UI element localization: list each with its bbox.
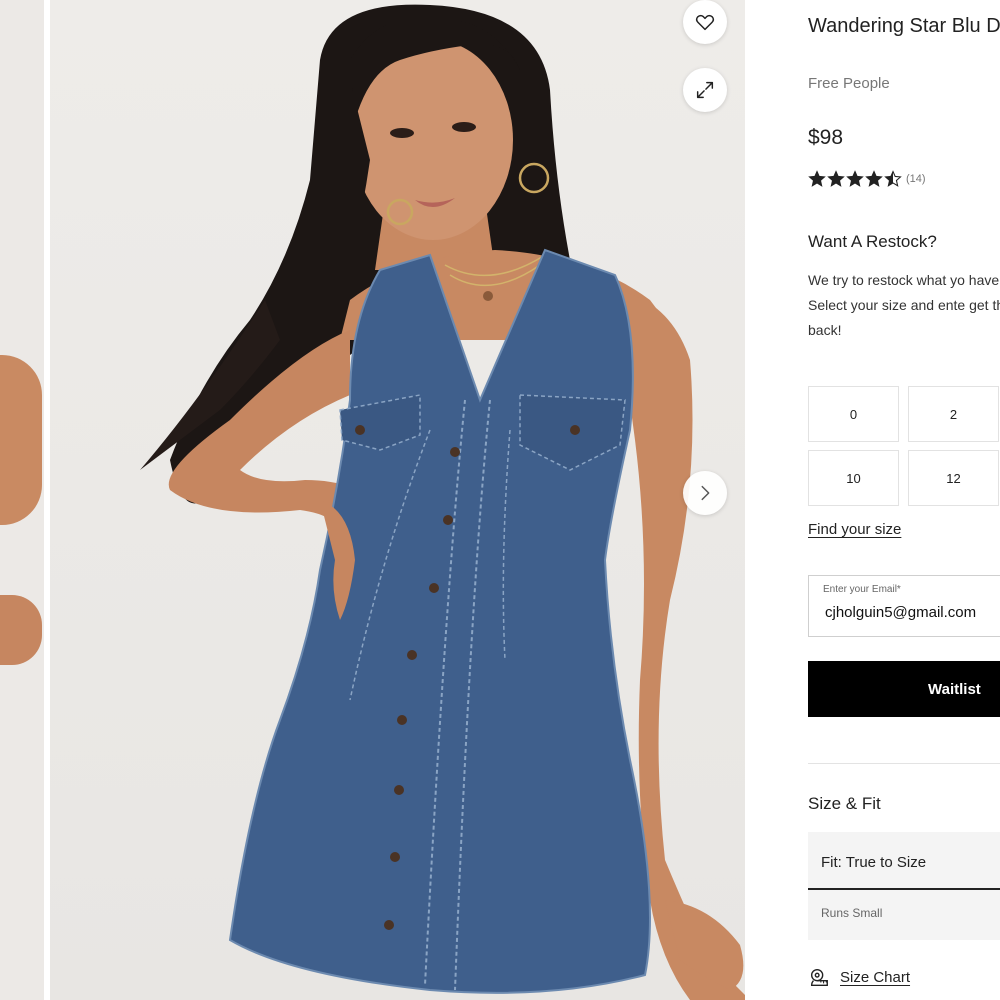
star-icon [846,170,864,187]
expand-image-button[interactable] [683,68,727,112]
ruler-icon [810,968,828,986]
product-details-panel: Wandering Star Blu Dress Free People $98… [808,0,1000,1000]
product-price: $98 [808,126,844,149]
restock-text-line: Select your size and ente get this style… [808,297,1000,338]
expand-icon [696,81,714,99]
restock-description: We try to restock what yo have it! Selec… [808,268,1000,343]
star-icon [808,170,826,187]
brand-link[interactable]: Free People [808,75,890,92]
product-title: Wandering Star Blu Dress [808,15,1000,37]
rating-stars [808,170,902,188]
review-count[interactable]: (14) [906,173,926,185]
star-icon [827,170,845,187]
heart-icon [695,14,715,31]
previous-image-thumbnail[interactable] [0,0,44,1000]
thumbnail-hand [0,595,42,665]
model-photo [140,4,745,1000]
fit-note: Runs Small [821,906,883,920]
fit-label: Fit: True to Size [821,854,927,871]
size-chart-label: Size Chart [840,968,911,986]
next-image-button[interactable] [683,471,727,515]
fit-scale [808,888,1000,890]
main-product-image[interactable] [50,0,745,1000]
size-chart-link[interactable]: Size Chart [808,966,910,988]
product-rating[interactable]: (14) [808,170,926,188]
restock-heading: Want A Restock? [808,232,937,251]
star-icon [865,170,883,187]
divider [808,763,1000,764]
size-option[interactable]: 2 [908,386,999,442]
fit-indicator: Fit: True to Size Runs Small [808,832,1000,940]
email-input[interactable] [825,604,1000,621]
product-gallery [0,0,745,1000]
email-field[interactable]: Enter your Email* [808,575,1000,637]
waitlist-button[interactable]: Waitlist [808,661,1000,717]
restock-text-line: We try to restock what yo have it! [808,272,1000,288]
wishlist-button[interactable] [683,0,727,44]
size-option[interactable]: 12 [908,450,999,506]
chevron-right-icon [701,485,710,501]
size-fit-heading: Size & Fit [808,794,881,813]
size-option[interactable]: 10 [808,450,899,506]
thumbnail-arm [0,355,42,525]
star-icon [884,170,902,187]
find-your-size-link[interactable]: Find your size [808,521,901,538]
email-field-label: Enter your Email* [823,584,901,595]
size-option[interactable]: 0 [808,386,899,442]
